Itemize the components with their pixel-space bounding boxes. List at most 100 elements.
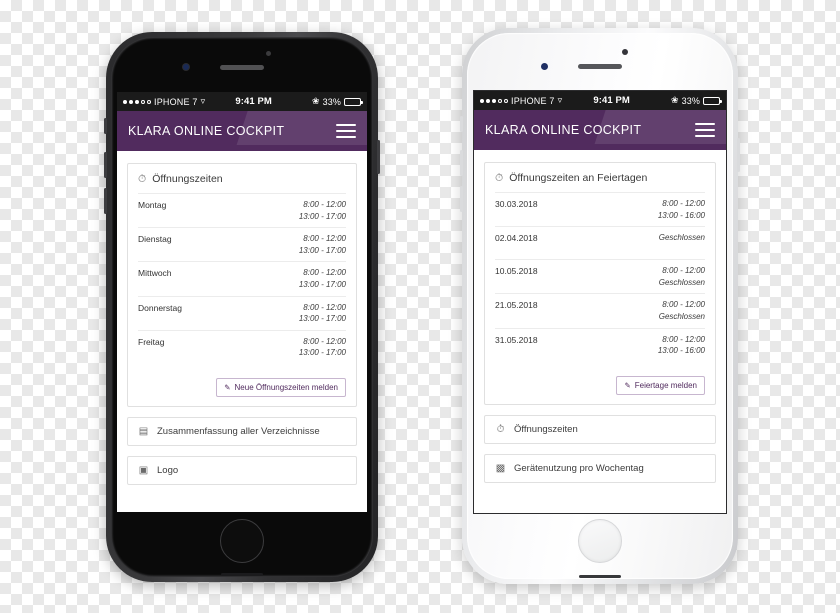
- battery-icon: [344, 97, 363, 106]
- volume-up-button[interactable]: [104, 152, 107, 178]
- row-day-label: Montag: [138, 200, 167, 210]
- chart-icon: ▩: [495, 462, 506, 474]
- phone-device-black: IPHONE 7 ▿ 9:41 PM ❀ 33% KLARA ONLINE CO…: [104, 32, 380, 582]
- proximity-sensor-icon: [622, 49, 628, 55]
- carrier-label: IPHONE 7: [154, 96, 198, 107]
- bluetooth-icon: ❀: [312, 96, 320, 106]
- row-time-line: 13:00 - 17:00: [298, 279, 346, 289]
- status-time: 9:41 PM: [235, 96, 272, 107]
- power-button[interactable]: [737, 138, 740, 172]
- clock-icon: ⏱: [495, 171, 504, 184]
- hamburger-menu-icon[interactable]: [695, 123, 715, 137]
- row-times: 8:00 - 12:00 13:00 - 17:00: [299, 267, 346, 290]
- row-time-line: 13:00 - 16:00: [657, 210, 705, 220]
- carrier-label: IPHONE 7: [511, 95, 555, 106]
- screen-content-right: ⏱ Öffnungszeiten an Feiertagen 30.03.201…: [474, 150, 726, 513]
- mute-switch[interactable]: [104, 118, 107, 134]
- row-date-label: 31.05.2018: [495, 334, 538, 345]
- status-bar: IPHONE 7 ▿ 9:41 PM ❀ 33%: [117, 92, 367, 111]
- opening-hours-card: ⏱ Öffnungszeiten Montag 8:00 - 12:00 13:…: [127, 163, 357, 407]
- battery-percent-label: 33%: [681, 95, 700, 106]
- row-time-line: 8:00 - 12:00: [303, 268, 346, 278]
- row-date-label: 10.05.2018: [495, 266, 538, 277]
- table-row: 10.05.2018 8:00 - 12:00 Geschlossen: [495, 259, 705, 293]
- row-date-label: 21.05.2018: [495, 300, 538, 311]
- row-time-line: 8:00 - 12:00: [662, 300, 705, 310]
- row-date-label: 30.03.2018: [495, 199, 538, 209]
- report-holidays-button[interactable]: ✎ Feiertage melden: [616, 375, 705, 395]
- card-title: Öffnungszeiten: [152, 173, 223, 185]
- pencil-icon: ✎: [624, 380, 631, 390]
- signal-strength-icon: [480, 98, 508, 103]
- volume-up-button[interactable]: [460, 150, 463, 176]
- button-label: Öffnungszeiten: [514, 423, 578, 435]
- front-camera-icon: [183, 64, 189, 70]
- volume-down-button[interactable]: [460, 186, 463, 212]
- row-time-line: 8:00 - 12:00: [303, 234, 346, 244]
- card-body: Montag 8:00 - 12:00 13:00 - 17:00 Dienst…: [128, 193, 356, 372]
- table-row: Donnerstag 8:00 - 12:00 13:00 - 17:00: [138, 295, 346, 330]
- hamburger-menu-icon[interactable]: [336, 124, 356, 138]
- row-day-label: Mittwoch: [138, 268, 172, 279]
- row-times: 8:00 - 12:00 13:00 - 16:00: [658, 198, 705, 221]
- phone-screen-left: IPHONE 7 ▿ 9:41 PM ❀ 33% KLARA ONLINE CO…: [117, 92, 367, 512]
- row-day-label: Donnerstag: [138, 302, 182, 313]
- row-time-line: 13:00 - 16:00: [657, 346, 705, 356]
- bluetooth-icon: ❀: [671, 95, 679, 105]
- power-button[interactable]: [377, 140, 380, 174]
- card-body: 30.03.2018 8:00 - 12:00 13:00 - 16:00 02…: [485, 192, 715, 370]
- row-date-label: 02.04.2018: [495, 233, 538, 244]
- logo-button[interactable]: ▣ Logo: [127, 455, 357, 485]
- row-time-line: Geschlossen: [658, 277, 705, 287]
- row-time-line: 13:00 - 17:00: [298, 314, 346, 324]
- table-row: Freitag 8:00 - 12:00 13:00 - 17:00: [138, 329, 346, 364]
- mute-switch[interactable]: [460, 116, 463, 132]
- battery-icon: [703, 96, 722, 105]
- clock-icon: ⏱: [138, 172, 147, 185]
- screen-content-left: ⏱ Öffnungszeiten Montag 8:00 - 12:00 13:…: [117, 151, 367, 512]
- table-row: Mittwoch 8:00 - 12:00 13:00 - 17:00: [138, 261, 346, 295]
- phone-device-white: IPHONE 7 ▿ 9:41 PM ❀ 33% KLARA ONLINE CO…: [460, 28, 740, 584]
- report-new-hours-button[interactable]: ✎ Neue Öffnungszeiten melden: [216, 377, 346, 397]
- home-button[interactable]: [578, 519, 622, 563]
- row-time-line: 8:00 - 12:00: [662, 334, 705, 344]
- opening-hours-button[interactable]: ⏱ Öffnungszeiten: [484, 414, 716, 444]
- row-times: 8:00 - 12:00 Geschlossen: [659, 299, 705, 322]
- button-label: Neue Öffnungszeiten melden: [234, 382, 338, 392]
- card-header: ⏱ Öffnungszeiten: [128, 164, 356, 193]
- row-time-line: Geschlossen: [658, 233, 705, 243]
- table-row: Montag 8:00 - 12:00 13:00 - 17:00: [138, 193, 346, 227]
- row-times: Geschlossen: [659, 232, 705, 244]
- camera-icon: ▣: [138, 464, 149, 476]
- card-header: ⏱ Öffnungszeiten an Feiertagen: [485, 163, 715, 192]
- button-label: Logo: [157, 464, 179, 476]
- home-button[interactable]: [220, 519, 264, 563]
- row-times: 8:00 - 12:00 Geschlossen: [659, 265, 705, 288]
- row-time-line: 13:00 - 17:00: [298, 245, 346, 255]
- app-title: KLARA ONLINE COCKPIT: [128, 124, 285, 138]
- row-time-line: 8:00 - 12:00: [303, 200, 346, 209]
- row-times: 8:00 - 12:00 13:00 - 16:00: [658, 334, 705, 357]
- status-time: 9:41 PM: [593, 95, 630, 106]
- phone-screen-right: IPHONE 7 ▿ 9:41 PM ❀ 33% KLARA ONLINE CO…: [473, 90, 727, 514]
- row-time-line: 8:00 - 12:00: [662, 266, 705, 276]
- row-time-line: 8:00 - 12:00: [662, 199, 705, 208]
- card-title: Öffnungszeiten an Feiertagen: [509, 172, 648, 184]
- row-day-label: Dienstag: [138, 234, 172, 245]
- row-times: 8:00 - 12:00 13:00 - 17:00: [299, 233, 346, 256]
- card-action-area: ✎ Neue Öffnungszeiten melden: [128, 372, 356, 406]
- volume-down-button[interactable]: [104, 188, 107, 214]
- button-label: Feiertage melden: [634, 380, 697, 390]
- row-time-line: 13:00 - 17:00: [298, 211, 346, 221]
- table-row: 30.03.2018 8:00 - 12:00 13:00 - 16:00: [495, 192, 705, 226]
- holiday-opening-hours-card: ⏱ Öffnungszeiten an Feiertagen 30.03.201…: [484, 162, 716, 405]
- device-usage-per-weekday-button[interactable]: ▩ Gerätenutzung pro Wochentag: [484, 453, 716, 483]
- row-time-line: Geschlossen: [658, 311, 705, 321]
- app-title: KLARA ONLINE COCKPIT: [485, 123, 642, 137]
- row-times: 8:00 - 12:00 13:00 - 17:00: [299, 199, 346, 222]
- front-camera-icon: [541, 63, 548, 70]
- app-header-bar: KLARA ONLINE COCKPIT: [474, 110, 726, 150]
- row-time-line: 8:00 - 12:00: [303, 336, 346, 346]
- summary-all-directories-button[interactable]: ▤ Zusammenfassung aller Verzeichnisse: [127, 416, 357, 446]
- bottom-speaker-grille: [579, 575, 621, 578]
